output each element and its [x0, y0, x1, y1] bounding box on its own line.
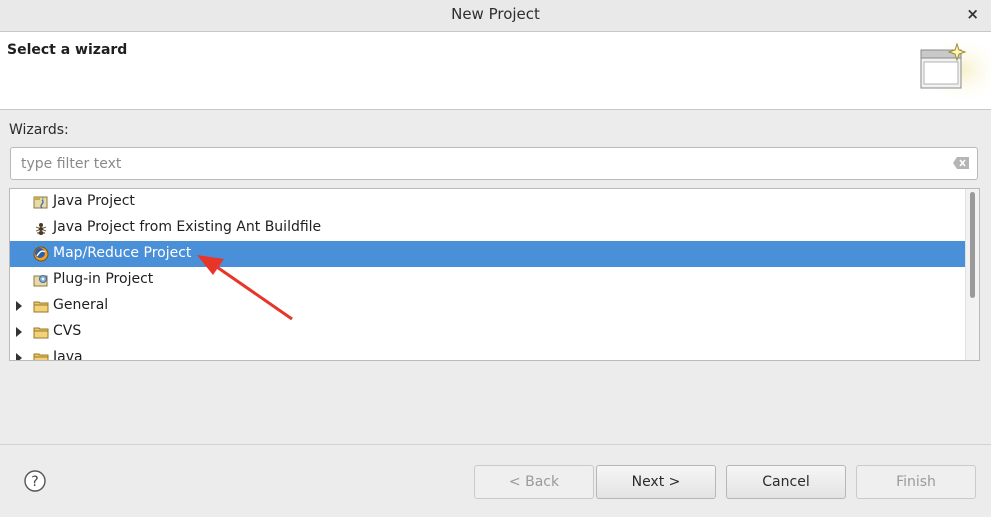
- tree-item-java-project[interactable]: J Java Project: [10, 189, 967, 215]
- filter-input[interactable]: [19, 153, 943, 175]
- tree-item-label: General: [53, 297, 109, 313]
- next-button[interactable]: Next >: [596, 465, 716, 499]
- svg-text:J: J: [41, 197, 44, 204]
- mapreduce-project-icon: [33, 246, 49, 262]
- wizard-tree[interactable]: J Java Project Java Project from Existin…: [9, 188, 980, 361]
- finish-button[interactable]: Finish: [856, 465, 976, 499]
- tree-item-label: Map/Reduce Project: [53, 245, 192, 261]
- svg-text:?: ?: [31, 474, 38, 490]
- cancel-button[interactable]: Cancel: [726, 465, 846, 499]
- expand-arrow-icon[interactable]: [16, 327, 22, 337]
- tree-item-java-ant[interactable]: Java Project from Existing Ant Buildfile: [10, 215, 967, 241]
- expand-arrow-icon[interactable]: [16, 353, 22, 360]
- clear-icon[interactable]: [953, 157, 969, 169]
- help-icon[interactable]: ?: [24, 470, 46, 492]
- tree-scrollbar[interactable]: [965, 189, 979, 360]
- tree-item-label: Java Project: [53, 193, 135, 209]
- java-project-icon: J: [33, 196, 48, 209]
- filter-field[interactable]: [10, 147, 978, 180]
- folder-icon: [33, 301, 49, 313]
- tree-item-general[interactable]: General: [10, 293, 967, 319]
- folder-icon: [33, 327, 49, 339]
- tree-item-mapreduce-project[interactable]: Map/Reduce Project: [10, 241, 967, 267]
- expand-arrow-icon[interactable]: [16, 301, 22, 311]
- footer-divider: [0, 444, 991, 445]
- wizard-header: Select a wizard: [0, 32, 991, 110]
- tree-item-plugin-project[interactable]: Plug-in Project: [10, 267, 967, 293]
- tree-item-label: Java: [53, 349, 83, 361]
- page-title: Select a wizard: [7, 42, 128, 58]
- window-title: New Project: [451, 5, 540, 23]
- close-icon[interactable]: ×: [966, 4, 979, 24]
- folder-icon: [33, 353, 49, 360]
- back-button[interactable]: < Back: [474, 465, 594, 499]
- wizards-label: Wizards:: [9, 122, 69, 138]
- new-wizard-banner-icon: [919, 40, 991, 100]
- plugin-project-icon: [33, 275, 48, 287]
- tree-item-label: Java Project from Existing Ant Buildfile: [53, 219, 322, 235]
- tree-item-cvs[interactable]: CVS: [10, 319, 967, 345]
- ant-icon: [35, 223, 47, 235]
- tree-item-java[interactable]: Java: [10, 345, 967, 361]
- scrollbar-thumb[interactable]: [970, 192, 975, 298]
- tree-item-label: CVS: [53, 323, 82, 339]
- title-bar: New Project ×: [0, 0, 991, 32]
- tree-item-label: Plug-in Project: [53, 271, 154, 287]
